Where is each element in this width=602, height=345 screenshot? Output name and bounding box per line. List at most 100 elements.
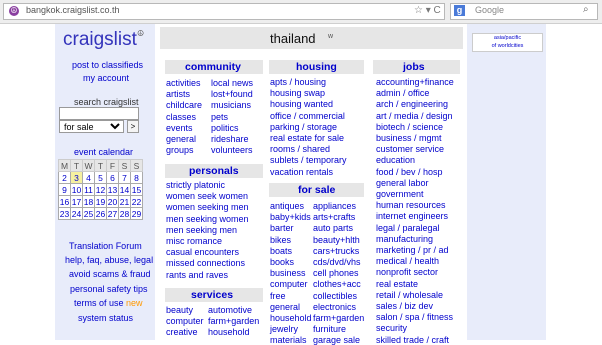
services-link[interactable]: household — [208, 327, 250, 337]
calendar-day[interactable]: 19 — [94, 195, 107, 208]
forsale-link[interactable]: boats — [270, 246, 292, 256]
search-input[interactable] — [59, 107, 139, 120]
services-header[interactable]: services — [165, 288, 263, 302]
community-link[interactable]: childcare — [166, 100, 202, 110]
jobs-link[interactable]: education — [376, 155, 415, 165]
calendar-day[interactable]: 28 — [118, 207, 131, 220]
calendar-day[interactable]: 29 — [130, 207, 143, 220]
calendar-day[interactable]: 18 — [82, 195, 95, 208]
community-link[interactable]: local news — [211, 78, 253, 88]
personals-link[interactable]: casual encounters — [166, 247, 239, 257]
services-title[interactable]: services — [191, 289, 233, 301]
personals-link[interactable]: strictly platonic — [166, 180, 225, 190]
address-bar[interactable]: ☮ bangkok.craigslist.co.th ☆ ▾ C — [3, 3, 445, 20]
community-link[interactable]: musicians — [211, 100, 251, 110]
calendar-day[interactable]: 14 — [118, 183, 131, 196]
community-link[interactable]: rideshare — [211, 134, 249, 144]
forsale-link[interactable]: antiques — [270, 201, 304, 211]
jobs-link[interactable]: human resources — [376, 200, 446, 210]
jobs-link[interactable]: sales / biz dev — [376, 301, 433, 311]
jobs-link[interactable]: real estate — [376, 279, 418, 289]
community-header[interactable]: community — [165, 60, 263, 74]
services-link[interactable]: computer — [166, 316, 204, 326]
personals-link[interactable]: missed connections — [166, 258, 245, 268]
forsale-link[interactable]: cds/dvd/vhs — [313, 257, 361, 267]
url-text[interactable]: bangkok.craigslist.co.th — [26, 5, 120, 15]
services-link[interactable]: automotive — [208, 305, 252, 315]
jobs-link[interactable]: general labor — [376, 178, 429, 188]
community-link[interactable]: artists — [166, 89, 190, 99]
forsale-link[interactable]: arts+crafts — [313, 212, 355, 222]
search-go-button[interactable]: > — [127, 120, 139, 133]
jobs-link[interactable]: salon / spa / fitness — [376, 312, 453, 322]
calendar-day[interactable]: 27 — [106, 207, 119, 220]
jobs-link[interactable]: legal / paralegal — [376, 223, 440, 233]
translation-forum-link[interactable]: Translation Forum — [69, 241, 142, 251]
calendar-day[interactable]: 20 — [106, 195, 119, 208]
terms-label[interactable]: terms of use — [74, 298, 124, 308]
personals-link[interactable]: men seeking women — [166, 214, 249, 224]
housing-link[interactable]: vacation rentals — [270, 167, 333, 177]
forsale-link[interactable]: baby+kids — [270, 212, 311, 222]
calendar-day[interactable]: 21 — [118, 195, 131, 208]
personals-link[interactable]: men seeking men — [166, 225, 237, 235]
forsale-link[interactable]: books — [270, 257, 294, 267]
forsale-link[interactable]: business — [270, 268, 306, 278]
calendar-day[interactable]: 15 — [130, 183, 143, 196]
forsale-link[interactable]: farm+garden — [313, 313, 364, 323]
forsale-link[interactable]: household — [270, 313, 312, 323]
forsale-link[interactable]: cell phones — [313, 268, 359, 278]
housing-link[interactable]: rooms / shared — [270, 144, 330, 154]
community-link[interactable]: politics — [211, 123, 239, 133]
my-account-link[interactable]: my account — [83, 73, 129, 83]
calendar-day[interactable]: 7 — [118, 171, 131, 184]
jobs-link[interactable]: internet engineers — [376, 211, 448, 221]
personals-link[interactable]: misc romance — [166, 236, 222, 246]
forsale-link[interactable]: general — [270, 302, 300, 312]
personals-link[interactable]: women seeking men — [166, 202, 249, 212]
housing-title[interactable]: housing — [296, 61, 337, 73]
community-link[interactable]: volunteers — [211, 145, 253, 155]
forsale-link[interactable]: bikes — [270, 235, 291, 245]
forsale-link[interactable]: beauty+hlth — [313, 235, 360, 245]
housing-link[interactable]: office / commercial — [270, 111, 345, 121]
calendar-day[interactable]: 16 — [58, 195, 71, 208]
forsale-link[interactable]: collectibles — [313, 291, 357, 301]
jobs-link[interactable]: customer service — [376, 144, 444, 154]
calendar-day[interactable]: 17 — [70, 195, 83, 208]
calendar-day[interactable]: 6 — [106, 171, 119, 184]
help-link[interactable]: help, faq, abuse, legal — [65, 255, 153, 265]
community-link[interactable]: classes — [166, 112, 196, 122]
community-link[interactable]: events — [166, 123, 193, 133]
forsale-link[interactable]: garage sale — [313, 335, 360, 345]
calendar-day[interactable]: 3 — [70, 171, 83, 184]
jobs-link[interactable]: retail / wholesale — [376, 290, 443, 300]
personals-link[interactable]: rants and raves — [166, 270, 228, 280]
calendar-day[interactable]: 23 — [58, 207, 71, 220]
search-placeholder[interactable]: Google — [475, 5, 504, 15]
jobs-link[interactable]: medical / health — [376, 256, 439, 266]
post-classifieds-link[interactable]: post to classifieds — [72, 60, 143, 70]
community-link[interactable]: pets — [211, 112, 228, 122]
jobs-link[interactable]: biotech / science — [376, 122, 443, 132]
jobs-link[interactable]: business / mgmt — [376, 133, 442, 143]
jobs-link[interactable]: food / bev / hosp — [376, 167, 443, 177]
services-link[interactable]: creative — [166, 327, 198, 337]
community-link[interactable]: lost+found — [211, 89, 253, 99]
region-box[interactable]: asia/pacific of worldcities — [472, 33, 543, 52]
calendar-day[interactable]: 9 — [58, 183, 71, 196]
calendar-day[interactable]: 4 — [82, 171, 95, 184]
jobs-link[interactable]: admin / office — [376, 88, 429, 98]
forsale-header[interactable]: for sale — [269, 183, 364, 197]
forsale-link[interactable]: furniture — [313, 324, 346, 334]
jobs-link[interactable]: art / media / design — [376, 111, 453, 121]
housing-link[interactable]: parking / storage — [270, 122, 337, 132]
forsale-link[interactable]: cars+trucks — [313, 246, 359, 256]
community-link[interactable]: activities — [166, 78, 201, 88]
housing-link[interactable]: real estate for sale — [270, 133, 344, 143]
jobs-link[interactable]: manufacturing — [376, 234, 433, 244]
forsale-link[interactable]: clothes+acc — [313, 279, 361, 289]
calendar-day[interactable]: 26 — [94, 207, 107, 220]
community-link[interactable]: groups — [166, 145, 194, 155]
forsale-link[interactable]: barter — [270, 223, 294, 233]
